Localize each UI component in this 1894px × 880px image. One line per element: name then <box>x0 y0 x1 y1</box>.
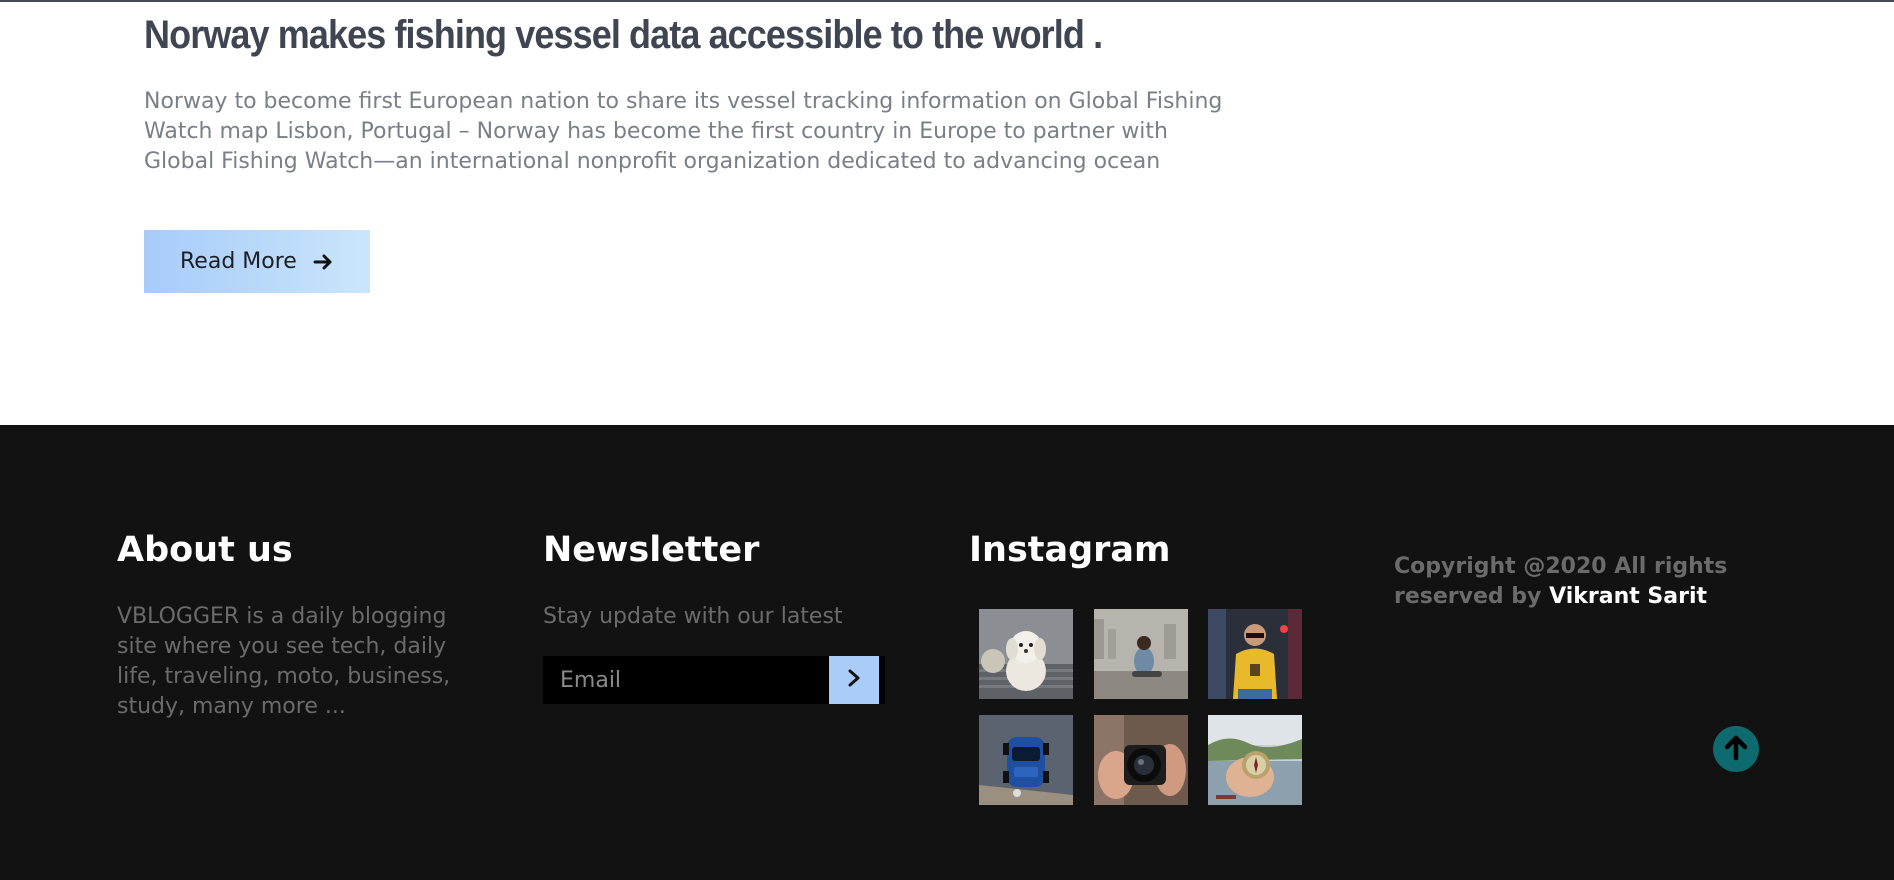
author-link[interactable]: Vikrant Sarit <box>1549 584 1707 609</box>
back-to-top-button[interactable] <box>1713 726 1759 772</box>
about-heading: About us <box>117 530 293 570</box>
site-footer: About us VBLOGGER is a daily blogging si… <box>0 425 1894 880</box>
newsletter-submit-button[interactable] <box>829 656 879 704</box>
instagram-photo-compass[interactable] <box>1208 715 1302 805</box>
instagram-grid <box>979 609 1305 806</box>
arrow-up-icon <box>1721 732 1751 766</box>
read-more-button[interactable]: Read More <box>144 230 370 293</box>
article-excerpt: Norway to become first European nation t… <box>144 89 1223 174</box>
about-text: VBLOGGER is a daily blogging site where … <box>117 604 451 719</box>
top-divider <box>0 0 1894 2</box>
instagram-photo-man-yellow[interactable] <box>1208 609 1302 699</box>
newsletter-text: Stay update with our latest <box>543 604 843 629</box>
email-field[interactable] <box>543 656 829 704</box>
article-title[interactable]: Norway makes fishing vessel data accessi… <box>144 10 1116 60</box>
instagram-photo-camera[interactable] <box>1094 715 1188 805</box>
instagram-heading: Instagram <box>969 530 1171 570</box>
newsletter-form <box>543 656 885 704</box>
article-preview: Norway makes fishing vessel data accessi… <box>144 10 1224 177</box>
arrow-right-icon <box>313 252 333 272</box>
instagram-photo-puppy[interactable] <box>979 609 1073 699</box>
copyright-text: Copyright @2020 All rights reserved by V… <box>1394 552 1754 612</box>
read-more-label: Read More <box>180 249 297 274</box>
chevron-right-icon <box>846 668 862 692</box>
instagram-photo-woman[interactable] <box>1094 609 1188 699</box>
newsletter-heading: Newsletter <box>543 530 760 570</box>
instagram-photo-car[interactable] <box>979 715 1073 805</box>
